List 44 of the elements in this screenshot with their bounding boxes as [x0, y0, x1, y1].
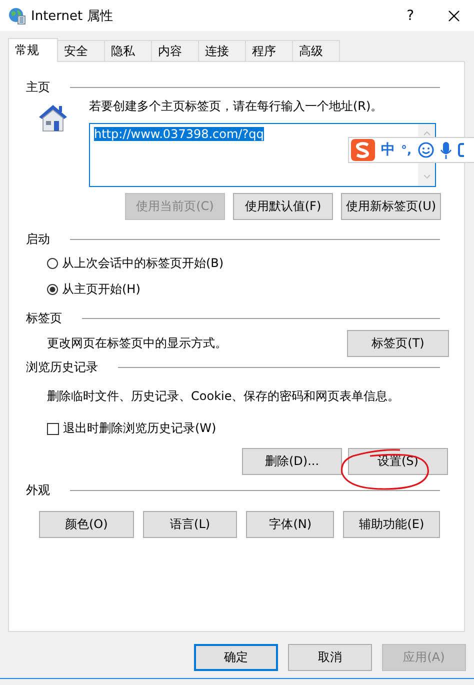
section-heading: 浏览历史记录 [26, 358, 98, 376]
section-heading: 外观 [26, 482, 50, 498]
tab[interactable]: 隐私 [105, 40, 152, 61]
ime-logo-icon[interactable] [351, 139, 375, 161]
button[interactable]: 语言(L) [142, 511, 238, 538]
tab[interactable]: 连接 [199, 40, 246, 61]
section-heading: 主页 [26, 78, 50, 96]
radio-button[interactable] [47, 284, 58, 295]
tab[interactable]: 高级 [293, 40, 340, 61]
section-heading: 启动 [26, 230, 50, 248]
checkbox-label[interactable]: 退出时删除浏览历史记录(W) [63, 420, 216, 437]
microphone-icon[interactable] [440, 142, 452, 158]
ok-button[interactable]: 确定 [194, 644, 278, 671]
button[interactable]: 取消 [288, 644, 372, 671]
button[interactable]: 使用默认值(F) [233, 193, 333, 220]
description-text: 更改网页在标签页中的显示方式。 [47, 335, 227, 352]
checkbox[interactable] [47, 422, 59, 434]
selected-text: http://www.037398.com/?qq [94, 127, 264, 141]
house-icon [37, 103, 69, 133]
globe-icon [8, 6, 26, 24]
smiley-icon[interactable] [418, 142, 434, 158]
keyboard-icon[interactable] [458, 143, 464, 157]
tab[interactable]: 内容 [152, 40, 199, 61]
ime-mode[interactable]: 中 [381, 141, 395, 159]
tab[interactable]: 程序 [246, 40, 293, 61]
window-title: Internet 属性 [31, 8, 113, 24]
button[interactable]: 颜色(O) [39, 511, 134, 538]
button[interactable]: 标签页(T) [347, 330, 449, 357]
radio-label[interactable]: 从上次会话中的标签页开始(B) [62, 255, 224, 272]
tab[interactable]: 常规 [8, 38, 58, 62]
instruction-text: 若要创建多个主页标签页，请在每行输入一个地址(R)。 [89, 98, 384, 115]
description-text: 删除临时文件、历史记录、Cookie、保存的密码和网页表单信息。 [47, 389, 400, 403]
button[interactable]: 字体(N) [246, 511, 334, 538]
button[interactable]: 使用新标签页(U) [341, 193, 441, 220]
button[interactable]: 删除(D)... [242, 448, 342, 475]
section-heading: 标签页 [26, 310, 62, 326]
help-button[interactable]: ? [406, 8, 414, 24]
radio-label[interactable]: 从主页开始(H) [62, 281, 140, 298]
button[interactable]: 辅助功能(E) [343, 511, 440, 538]
button[interactable]: 设置(S) [348, 448, 448, 475]
tab[interactable]: 安全 [58, 40, 105, 61]
ime-punctuation[interactable]: °, [401, 143, 412, 157]
close-icon[interactable] [448, 10, 460, 22]
radio-button[interactable] [47, 258, 58, 269]
